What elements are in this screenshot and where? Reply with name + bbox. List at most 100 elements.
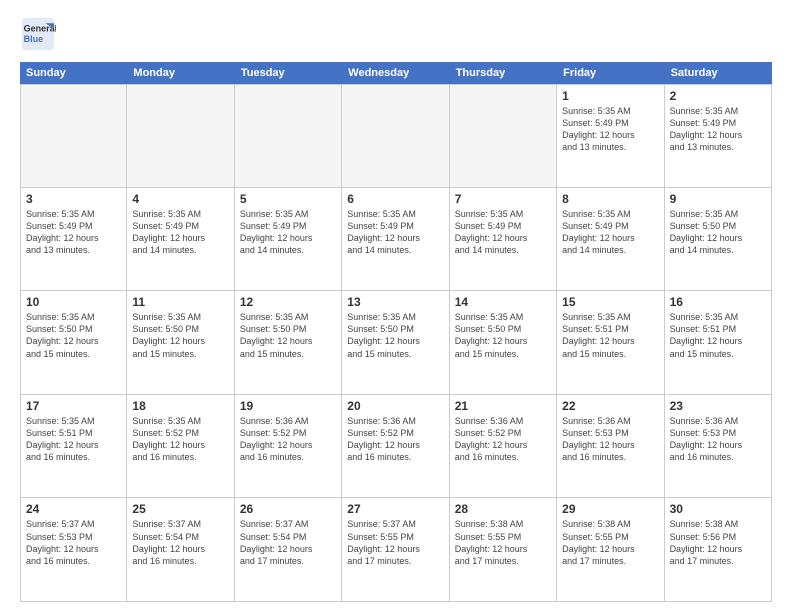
calendar-cell: 9 Sunrise: 5:35 AM Sunset: 5:50 PM Daylig…: [665, 188, 772, 291]
cell-info: Sunrise: 5:35 AM Sunset: 5:49 PM Dayligh…: [670, 105, 766, 154]
calendar-cell: 3 Sunrise: 5:35 AM Sunset: 5:49 PM Daylig…: [20, 188, 127, 291]
calendar-cell: 18 Sunrise: 5:35 AM Sunset: 5:52 PM Dayli…: [127, 395, 234, 498]
calendar-cell: 24 Sunrise: 5:37 AM Sunset: 5:53 PM Dayli…: [20, 498, 127, 601]
calendar-cell: 14 Sunrise: 5:35 AM Sunset: 5:50 PM Dayli…: [450, 291, 557, 394]
svg-text:Blue: Blue: [24, 34, 44, 44]
calendar-header: SundayMondayTuesdayWednesdayThursdayFrid…: [20, 62, 772, 84]
calendar-cell: 8Sunrise: 5:35 AM Sunset: 5:49 PM Daylig…: [557, 188, 664, 291]
day-number: 9: [670, 192, 766, 206]
cell-info: Sunrise: 5:35 AM Sunset: 5:51 PM Dayligh…: [562, 311, 658, 360]
header-day-saturday: Saturday: [665, 62, 772, 84]
cell-info: Sunrise: 5:38 AM Sunset: 5:56 PM Dayligh…: [670, 518, 766, 567]
calendar-cell: 4Sunrise: 5:35 AM Sunset: 5:49 PM Daylig…: [127, 188, 234, 291]
day-number: 24: [26, 502, 121, 516]
calendar-cell: 11 Sunrise: 5:35 AM Sunset: 5:50 PM Dayli…: [127, 291, 234, 394]
header-day-wednesday: Wednesday: [342, 62, 449, 84]
day-number: 12: [240, 295, 336, 309]
cell-info: Sunrise: 5:35 AM Sunset: 5:49 PM Dayligh…: [347, 208, 443, 257]
day-number: 16: [670, 295, 766, 309]
cell-info: Sunrise: 5:35 AM Sunset: 5:50 PM Dayligh…: [670, 208, 766, 257]
calendar-row: 10Sunrise: 5:35 AM Sunset: 5:50 PM Dayli…: [20, 291, 772, 395]
calendar-row: 24 Sunrise: 5:37 AM Sunset: 5:53 PM Dayli…: [20, 498, 772, 602]
cell-info: Sunrise: 5:35 AM Sunset: 5:50 PM Dayligh…: [347, 311, 443, 360]
cell-info: Sunrise: 5:35 AM Sunset: 5:50 PM Dayligh…: [132, 311, 228, 360]
calendar-row: 1Sunrise: 5:35 AM Sunset: 5:49 PM Daylig…: [20, 84, 772, 188]
cell-info: Sunrise: 5:35 AM Sunset: 5:49 PM Dayligh…: [455, 208, 551, 257]
calendar-cell: 20 Sunrise: 5:36 AM Sunset: 5:52 PM Dayli…: [342, 395, 449, 498]
calendar-cell: 10Sunrise: 5:35 AM Sunset: 5:50 PM Dayli…: [20, 291, 127, 394]
calendar-cell: 28 Sunrise: 5:38 AM Sunset: 5:55 PM Dayli…: [450, 498, 557, 601]
calendar-cell: 29 Sunrise: 5:38 AM Sunset: 5:55 PM Dayli…: [557, 498, 664, 601]
calendar-cell: 1Sunrise: 5:35 AM Sunset: 5:49 PM Daylig…: [557, 85, 664, 187]
day-number: 18: [132, 399, 228, 413]
day-number: 15: [562, 295, 658, 309]
page: General Blue SundayMondayTuesdayWednesda…: [0, 0, 792, 612]
cell-info: Sunrise: 5:35 AM Sunset: 5:50 PM Dayligh…: [455, 311, 551, 360]
day-number: 19: [240, 399, 336, 413]
cell-info: Sunrise: 5:35 AM Sunset: 5:49 PM Dayligh…: [240, 208, 336, 257]
cell-info: Sunrise: 5:36 AM Sunset: 5:52 PM Dayligh…: [240, 415, 336, 464]
day-number: 11: [132, 295, 228, 309]
cell-info: Sunrise: 5:35 AM Sunset: 5:50 PM Dayligh…: [26, 311, 121, 360]
day-number: 13: [347, 295, 443, 309]
header-day-thursday: Thursday: [450, 62, 557, 84]
day-number: 22: [562, 399, 658, 413]
day-number: 17: [26, 399, 121, 413]
cell-info: Sunrise: 5:36 AM Sunset: 5:52 PM Dayligh…: [347, 415, 443, 464]
day-number: 23: [670, 399, 766, 413]
logo-icon: General Blue: [20, 16, 56, 52]
calendar-cell: 2 Sunrise: 5:35 AM Sunset: 5:49 PM Daylig…: [665, 85, 772, 187]
calendar-cell: [450, 85, 557, 187]
header-day-tuesday: Tuesday: [235, 62, 342, 84]
calendar-cell: 15 Sunrise: 5:35 AM Sunset: 5:51 PM Dayli…: [557, 291, 664, 394]
calendar-cell: 26Sunrise: 5:37 AM Sunset: 5:54 PM Dayli…: [235, 498, 342, 601]
cell-info: Sunrise: 5:35 AM Sunset: 5:50 PM Dayligh…: [240, 311, 336, 360]
calendar-cell: 12 Sunrise: 5:35 AM Sunset: 5:50 PM Dayli…: [235, 291, 342, 394]
cell-info: Sunrise: 5:37 AM Sunset: 5:53 PM Dayligh…: [26, 518, 121, 567]
calendar-cell: 17Sunrise: 5:35 AM Sunset: 5:51 PM Dayli…: [20, 395, 127, 498]
cell-info: Sunrise: 5:35 AM Sunset: 5:49 PM Dayligh…: [562, 105, 658, 154]
calendar-cell: 21 Sunrise: 5:36 AM Sunset: 5:52 PM Dayli…: [450, 395, 557, 498]
day-number: 4: [132, 192, 228, 206]
calendar-cell: 19 Sunrise: 5:36 AM Sunset: 5:52 PM Dayli…: [235, 395, 342, 498]
day-number: 6: [347, 192, 443, 206]
day-number: 30: [670, 502, 766, 516]
day-number: 14: [455, 295, 551, 309]
calendar-cell: 27 Sunrise: 5:37 AM Sunset: 5:55 PM Dayli…: [342, 498, 449, 601]
day-number: 21: [455, 399, 551, 413]
calendar-cell: 5 Sunrise: 5:35 AM Sunset: 5:49 PM Daylig…: [235, 188, 342, 291]
calendar-cell: 16Sunrise: 5:35 AM Sunset: 5:51 PM Dayli…: [665, 291, 772, 394]
day-number: 20: [347, 399, 443, 413]
cell-info: Sunrise: 5:36 AM Sunset: 5:53 PM Dayligh…: [562, 415, 658, 464]
header: General Blue: [20, 16, 772, 52]
calendar-cell: 25 Sunrise: 5:37 AM Sunset: 5:54 PM Dayli…: [127, 498, 234, 601]
day-number: 5: [240, 192, 336, 206]
calendar-cell: 6 Sunrise: 5:35 AM Sunset: 5:49 PM Daylig…: [342, 188, 449, 291]
calendar-cell: 13 Sunrise: 5:35 AM Sunset: 5:50 PM Dayli…: [342, 291, 449, 394]
cell-info: Sunrise: 5:37 AM Sunset: 5:54 PM Dayligh…: [132, 518, 228, 567]
cell-info: Sunrise: 5:38 AM Sunset: 5:55 PM Dayligh…: [455, 518, 551, 567]
cell-info: Sunrise: 5:35 AM Sunset: 5:52 PM Dayligh…: [132, 415, 228, 464]
cell-info: Sunrise: 5:38 AM Sunset: 5:55 PM Dayligh…: [562, 518, 658, 567]
day-number: 3: [26, 192, 121, 206]
cell-info: Sunrise: 5:35 AM Sunset: 5:49 PM Dayligh…: [26, 208, 121, 257]
day-number: 27: [347, 502, 443, 516]
calendar-cell: 7 Sunrise: 5:35 AM Sunset: 5:49 PM Daylig…: [450, 188, 557, 291]
day-number: 2: [670, 89, 766, 103]
cell-info: Sunrise: 5:37 AM Sunset: 5:54 PM Dayligh…: [240, 518, 336, 567]
day-number: 29: [562, 502, 658, 516]
header-day-sunday: Sunday: [20, 62, 127, 84]
calendar-cell: 30 Sunrise: 5:38 AM Sunset: 5:56 PM Dayli…: [665, 498, 772, 601]
day-number: 25: [132, 502, 228, 516]
day-number: 7: [455, 192, 551, 206]
calendar-cell: [127, 85, 234, 187]
header-day-monday: Monday: [127, 62, 234, 84]
cell-info: Sunrise: 5:36 AM Sunset: 5:52 PM Dayligh…: [455, 415, 551, 464]
header-day-friday: Friday: [557, 62, 664, 84]
calendar-cell: 22 Sunrise: 5:36 AM Sunset: 5:53 PM Dayli…: [557, 395, 664, 498]
calendar-body: 1Sunrise: 5:35 AM Sunset: 5:49 PM Daylig…: [20, 84, 772, 602]
cell-info: Sunrise: 5:35 AM Sunset: 5:49 PM Dayligh…: [562, 208, 658, 257]
day-number: 28: [455, 502, 551, 516]
calendar-cell: [235, 85, 342, 187]
cell-info: Sunrise: 5:37 AM Sunset: 5:55 PM Dayligh…: [347, 518, 443, 567]
